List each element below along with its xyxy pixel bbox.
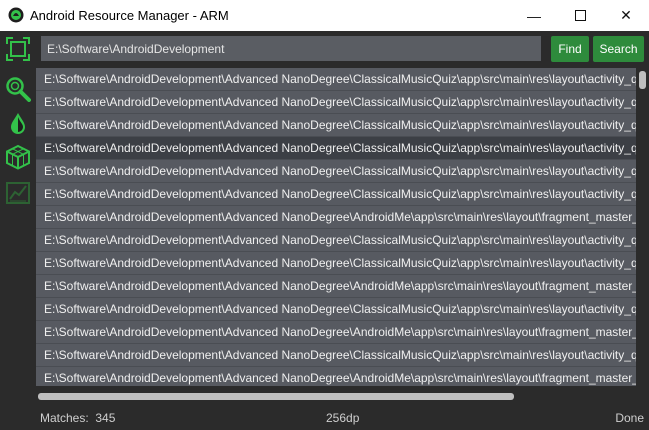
vertical-scrollbar[interactable] xyxy=(636,68,649,386)
path-input[interactable] xyxy=(41,36,541,61)
horizontal-scroll-thumb[interactable] xyxy=(38,393,514,400)
result-row[interactable]: E:\Software\AndroidDevelopment\Advanced … xyxy=(36,91,636,114)
minimize-button[interactable]: — xyxy=(511,0,557,31)
matches-status: Matches: 345 xyxy=(40,411,115,425)
stats-tool-button[interactable] xyxy=(4,179,32,207)
color-tool-button[interactable] xyxy=(4,109,32,137)
result-row[interactable]: E:\Software\AndroidDevelopment\Advanced … xyxy=(36,298,636,321)
search-button[interactable]: Search xyxy=(593,36,644,62)
result-row[interactable]: E:\Software\AndroidDevelopment\Advanced … xyxy=(36,344,636,367)
result-row[interactable]: E:\Software\AndroidDevelopment\Advanced … xyxy=(36,68,636,91)
close-icon: ✕ xyxy=(620,7,632,23)
app-logo-icon xyxy=(8,7,24,23)
matches-count: 345 xyxy=(95,411,116,425)
magnifier-icon xyxy=(6,77,31,102)
result-row[interactable]: E:\Software\AndroidDevelopment\Advanced … xyxy=(36,367,636,386)
close-button[interactable]: ✕ xyxy=(603,0,649,31)
vertical-scroll-thumb[interactable] xyxy=(639,71,646,89)
select-area-button[interactable] xyxy=(4,35,32,63)
result-row[interactable]: E:\Software\AndroidDevelopment\Advanced … xyxy=(36,321,636,344)
color-drop-icon xyxy=(11,113,25,134)
cube-icon xyxy=(6,144,30,170)
result-row[interactable]: E:\Software\AndroidDevelopment\Advanced … xyxy=(36,275,636,298)
find-button[interactable]: Find xyxy=(551,36,589,62)
maximize-icon xyxy=(574,10,586,21)
result-row[interactable]: E:\Software\AndroidDevelopment\Advanced … xyxy=(36,206,636,229)
result-row[interactable]: E:\Software\AndroidDevelopment\Advanced … xyxy=(36,229,636,252)
results-list: E:\Software\AndroidDevelopment\Advanced … xyxy=(36,68,636,386)
status-bar: Matches: 345 256dp Done xyxy=(36,405,649,430)
status-state: Done xyxy=(615,411,644,425)
chart-icon xyxy=(6,182,30,204)
result-row[interactable]: E:\Software\AndroidDevelopment\Advanced … xyxy=(36,137,636,160)
result-row[interactable]: E:\Software\AndroidDevelopment\Advanced … xyxy=(36,252,636,275)
resources-tool-button[interactable] xyxy=(4,143,32,171)
main-panel: Find Search E:\Software\AndroidDevelopme… xyxy=(36,31,649,403)
maximize-button[interactable] xyxy=(557,0,603,31)
minimize-icon: — xyxy=(527,7,541,24)
result-row[interactable]: E:\Software\AndroidDevelopment\Advanced … xyxy=(36,160,636,183)
matches-label: Matches: xyxy=(40,411,89,425)
sidebar xyxy=(0,31,36,430)
result-row[interactable]: E:\Software\AndroidDevelopment\Advanced … xyxy=(36,183,636,206)
result-row[interactable]: E:\Software\AndroidDevelopment\Advanced … xyxy=(36,114,636,137)
title-bar: Android Resource Manager - ARM — ✕ xyxy=(0,0,649,31)
horizontal-scrollbar[interactable] xyxy=(36,390,636,402)
window-title: Android Resource Manager - ARM xyxy=(30,8,229,23)
select-area-icon xyxy=(6,37,30,61)
search-tool-button[interactable] xyxy=(4,75,32,103)
dp-value: 256dp xyxy=(326,411,360,425)
